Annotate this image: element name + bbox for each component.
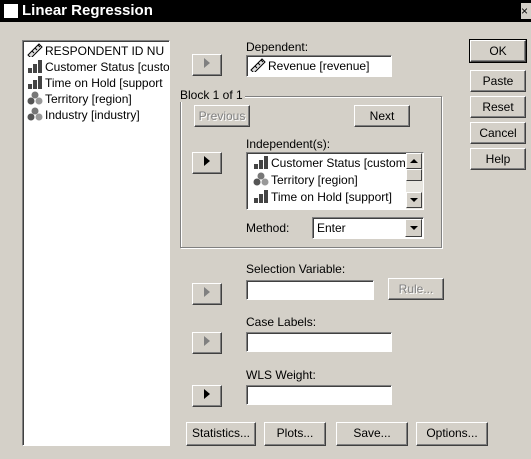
- chevron-down-icon: [410, 226, 418, 230]
- nominal-balls-icon: [27, 107, 43, 121]
- paste-button[interactable]: Paste: [470, 70, 526, 92]
- window-title: Linear Regression: [22, 2, 153, 19]
- right-arrow-icon: [204, 156, 210, 167]
- right-arrow-icon: [204, 287, 210, 298]
- case-labels-label: Case Labels:: [246, 315, 317, 329]
- right-arrow-icon: [204, 58, 210, 69]
- independents-arrow-button[interactable]: [192, 152, 222, 174]
- method-dropdown-button[interactable]: [405, 219, 422, 237]
- ruler-icon: [27, 43, 43, 57]
- ruler-icon: [250, 58, 266, 72]
- variable-item[interactable]: Industry [industry]: [27, 107, 140, 123]
- scroll-down-button[interactable]: [406, 192, 422, 208]
- independents-list[interactable]: Customer Status [custom Territory [regio…: [246, 152, 424, 210]
- selection-arrow-button[interactable]: [192, 283, 222, 305]
- dependent-label: Dependent:: [246, 40, 309, 54]
- case-labels-field[interactable]: [246, 332, 392, 352]
- case-labels-arrow-button[interactable]: [192, 332, 222, 354]
- options-button[interactable]: Options...: [416, 422, 488, 446]
- method-select[interactable]: Enter: [312, 217, 424, 239]
- close-button[interactable]: ×: [521, 3, 531, 19]
- nominal-balls-icon: [253, 172, 269, 186]
- wls-weight-label: WLS Weight:: [246, 368, 316, 382]
- rule-button[interactable]: Rule...: [388, 278, 444, 300]
- block-label: Block 1 of 1: [178, 88, 245, 102]
- variable-item[interactable]: RESPONDENT ID NU: [27, 43, 164, 59]
- independents-label: Independent(s):: [246, 137, 331, 151]
- nominal-balls-icon: [27, 91, 43, 105]
- right-arrow-icon: [204, 389, 210, 400]
- independent-item[interactable]: Time on Hold [support]: [253, 189, 392, 205]
- selection-variable-field[interactable]: [246, 280, 374, 300]
- scroll-up-button[interactable]: [406, 153, 422, 169]
- previous-button[interactable]: Previous: [194, 105, 250, 127]
- reset-button[interactable]: Reset: [470, 96, 526, 118]
- save-button[interactable]: Save...: [336, 422, 408, 446]
- method-value: Enter: [317, 221, 346, 235]
- variable-item[interactable]: Territory [region]: [27, 91, 132, 107]
- help-button[interactable]: Help: [470, 148, 526, 170]
- selection-variable-label: Selection Variable:: [246, 262, 346, 276]
- variable-item[interactable]: Customer Status [custo: [27, 59, 169, 75]
- dependent-arrow-button[interactable]: [192, 54, 222, 76]
- source-variable-list[interactable]: RESPONDENT ID NU Customer Status [custo …: [22, 40, 170, 446]
- window-icon: [4, 4, 18, 18]
- scrollbar[interactable]: [406, 153, 423, 209]
- variable-item[interactable]: Time on Hold [support: [27, 75, 163, 91]
- next-button[interactable]: Next: [354, 105, 410, 127]
- statistics-button[interactable]: Statistics...: [186, 422, 256, 446]
- method-label: Method:: [246, 221, 290, 235]
- scroll-thumb[interactable]: [406, 169, 422, 181]
- up-arrow-icon: [410, 159, 418, 163]
- ordinal-bar-icon: [254, 190, 268, 203]
- independent-item[interactable]: Customer Status [custom: [253, 155, 406, 171]
- cancel-button[interactable]: Cancel: [470, 122, 526, 144]
- right-arrow-icon: [204, 336, 210, 347]
- independent-item[interactable]: Territory [region]: [253, 172, 358, 188]
- wls-arrow-button[interactable]: [192, 385, 222, 407]
- dependent-field[interactable]: Revenue [revenue]: [246, 55, 392, 77]
- ordinal-bar-icon: [28, 60, 42, 73]
- ordinal-bar-icon: [28, 76, 42, 89]
- ok-button[interactable]: OK: [469, 39, 527, 63]
- plots-button[interactable]: Plots...: [264, 422, 326, 446]
- down-arrow-icon: [410, 198, 418, 202]
- ordinal-bar-icon: [254, 156, 268, 169]
- title-bar: Linear Regression ×: [0, 0, 531, 22]
- wls-weight-field[interactable]: [246, 385, 392, 405]
